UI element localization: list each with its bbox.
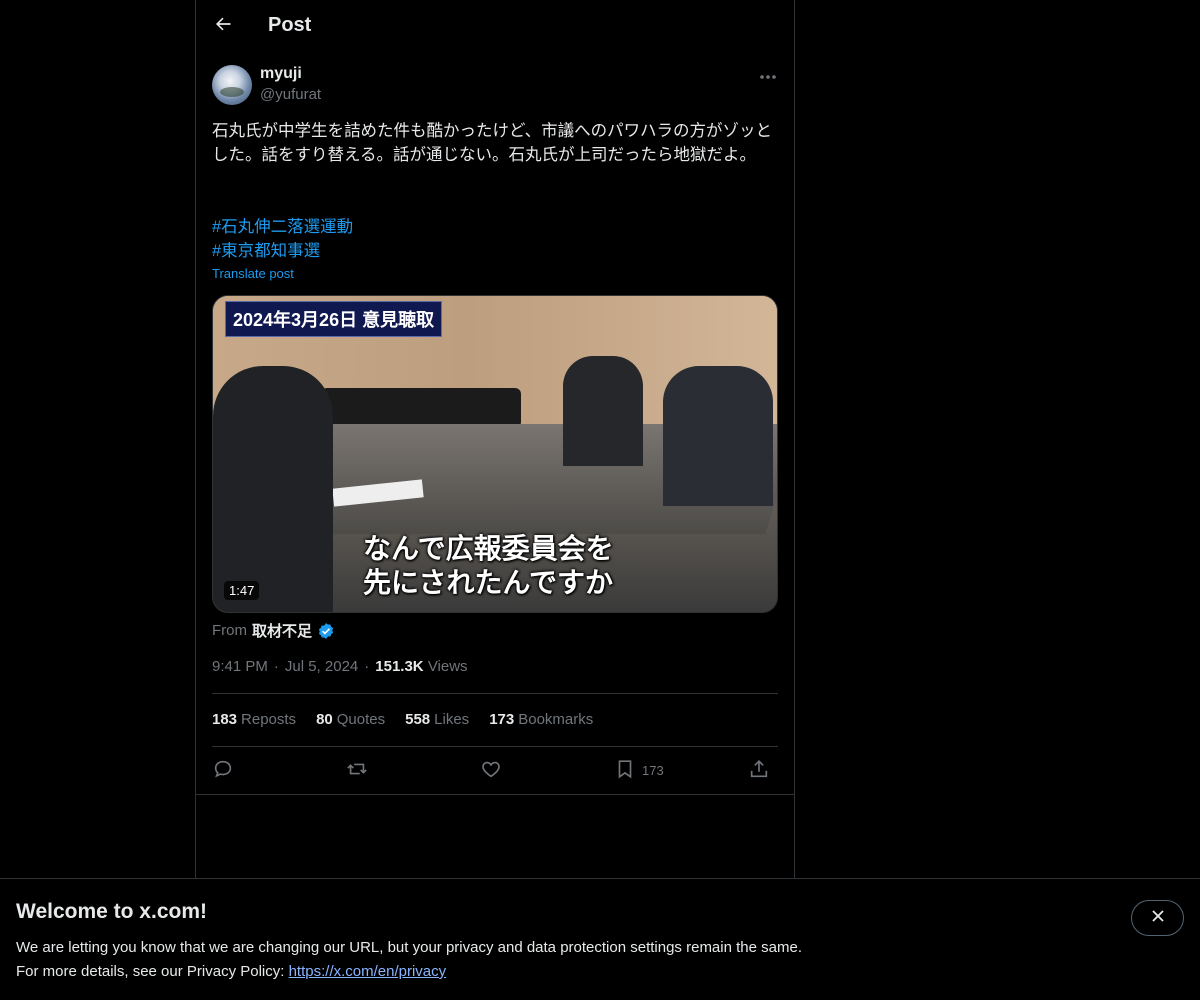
top-bar: Post: [196, 0, 794, 54]
reposts-count: 183: [212, 711, 238, 728]
source-attribution: From 取材不足: [212, 620, 335, 641]
video-subtitle-line: 先にされたんですか: [363, 567, 614, 598]
heart-icon: [480, 758, 502, 783]
banner-body: We are letting you know that we are chan…: [16, 936, 802, 984]
reposts-stat[interactable]: 183 Reposts: [212, 711, 296, 728]
post-meta: 9:41 PM · Jul 5, 2024 · 151.3K Views: [212, 658, 468, 675]
banner-title: Welcome to x.com!: [16, 900, 207, 923]
banner-text: We are letting you know that we are chan…: [16, 939, 802, 956]
verified-badge-icon: [317, 622, 335, 640]
from-label: From: [212, 622, 247, 639]
bookmarks-stat[interactable]: 173 Bookmarks: [489, 711, 593, 728]
action-bar: 173: [212, 757, 778, 783]
avatar[interactable]: [212, 65, 252, 105]
engagement-stats: 183 Reposts 80 Quotes 558 Likes 173 Bookmark…: [212, 711, 593, 728]
bookmark-count: 173: [642, 762, 664, 778]
post-date[interactable]: Jul 5, 2024: [285, 658, 358, 675]
main-column: Post myuji @yufurat 石丸氏が中学生を詰めた件も酷かったけど、…: [195, 0, 795, 878]
video-frame-person: [663, 366, 773, 506]
tweet-text: 石丸氏が中学生を詰めた件も酷かったけど、市議へのパワハラの方がゾッとした。話をす…: [212, 122, 773, 164]
likes-label: Likes: [434, 711, 470, 728]
arrow-left-icon: [213, 14, 233, 39]
bookmarks-count: 173: [489, 711, 515, 728]
views-label: Views: [427, 658, 468, 675]
page-title: Post: [268, 14, 312, 36]
views-count: 151.3K: [375, 658, 424, 675]
divider: [212, 693, 778, 694]
privacy-policy-link[interactable]: https://x.com/en/privacy: [289, 963, 447, 980]
video-date-caption: 2024年3月26日 意見聴取: [225, 301, 443, 337]
source-account-link[interactable]: 取材不足: [252, 620, 312, 641]
reply-button[interactable]: [212, 757, 234, 783]
video-duration-badge: 1:47: [224, 581, 260, 600]
video-frame-person: [213, 366, 333, 612]
reposts-label: Reposts: [241, 711, 297, 728]
bookmark-icon: [614, 758, 636, 783]
meta-separator: ·: [273, 658, 279, 675]
close-icon: [1150, 908, 1166, 929]
divider: [196, 794, 794, 795]
banner-text: For more details, see our Privacy Policy…: [16, 963, 289, 980]
divider: [212, 746, 778, 747]
repost-button[interactable]: [346, 757, 368, 783]
quotes-count: 80: [316, 711, 333, 728]
video-subtitle-line: なんで広報委員会を: [363, 533, 614, 564]
back-button[interactable]: [208, 11, 238, 41]
hashtag-link[interactable]: #東京都知事選: [212, 239, 353, 263]
meta-separator: ·: [364, 658, 370, 675]
post-time[interactable]: 9:41 PM: [212, 658, 268, 675]
video-frame-sofa: [321, 388, 521, 428]
welcome-banner: Welcome to x.com! We are letting you kno…: [0, 878, 1200, 1000]
bookmarks-label: Bookmarks: [518, 711, 594, 728]
quotes-label: Quotes: [336, 711, 386, 728]
likes-count: 558: [405, 711, 431, 728]
share-button[interactable]: [748, 757, 770, 783]
translate-post-link[interactable]: Translate post: [212, 266, 294, 281]
repost-icon: [346, 758, 368, 783]
likes-stat[interactable]: 558 Likes: [405, 711, 469, 728]
share-icon: [748, 758, 770, 783]
reply-icon: [212, 758, 234, 783]
bookmark-button[interactable]: 173: [614, 757, 664, 783]
banner-close-button[interactable]: [1131, 900, 1184, 936]
hashtag-list: #石丸伸二落選運動 #東京都知事選: [212, 215, 353, 263]
like-button[interactable]: [480, 757, 502, 783]
author-handle[interactable]: @yufurat: [260, 86, 321, 103]
video-subtitle: なんで広報委員会を 先にされたんですか: [363, 532, 614, 600]
more-options-button[interactable]: [756, 66, 780, 86]
video-frame-person: [563, 356, 643, 466]
quotes-stat[interactable]: 80 Quotes: [316, 711, 385, 728]
video-player[interactable]: 2024年3月26日 意見聴取 なんで広報委員会を 先にされたんですか 1:47: [212, 295, 778, 613]
author-display-name[interactable]: myuji: [260, 65, 302, 83]
more-dots-icon: [759, 67, 777, 85]
hashtag-link[interactable]: #石丸伸二落選運動: [212, 215, 353, 239]
